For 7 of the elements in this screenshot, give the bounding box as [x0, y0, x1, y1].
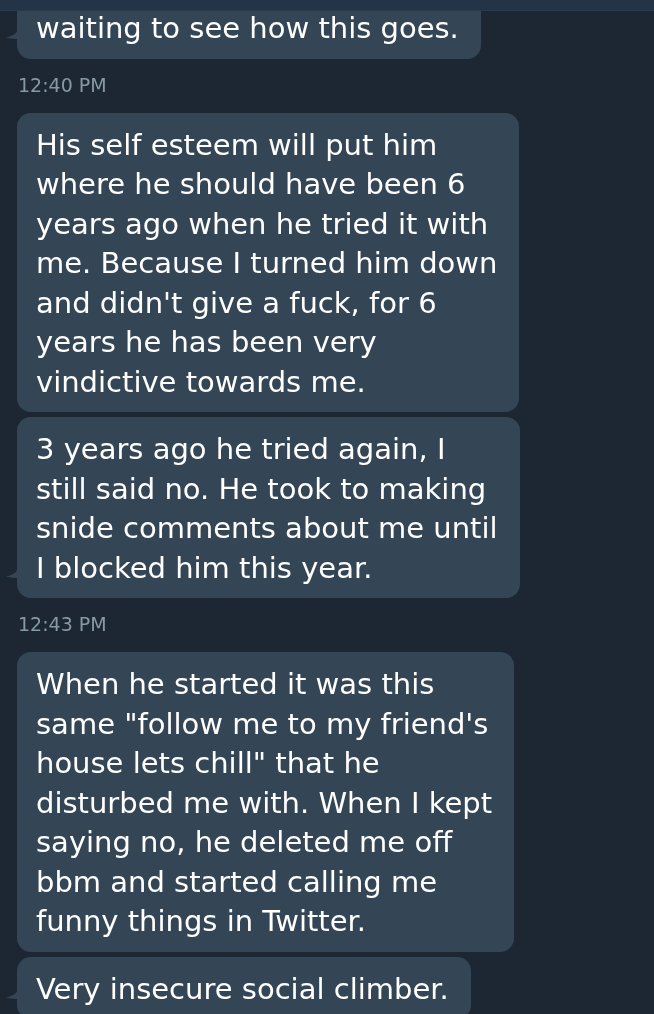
message-bubble: Very insecure social climber.: [17, 956, 471, 1014]
message-timestamp: 12:40 PM: [18, 73, 107, 96]
message-timestamp: 12:43 PM: [18, 613, 107, 635]
message-bubble: waiting to see how this goes.: [17, 11, 481, 59]
message-bubble: His self esteem will put him where he should have been 6 years ago when he tried it with me. Because I turned him down and didn't give a fuck, for 6 years he has been very vindictive towards me.: [17, 112, 520, 412]
message-bubble: When he started it was this same "follow me to my friend's house lets chill" that he disturbed me with. When I kept saying no, he deleted me off bbm and started calling me funny things in Twitter.: [17, 652, 515, 952]
message-bubble: 3 years ago he tried again, I still said no. He took to making snide comments about me until I blocked him this year.: [17, 417, 520, 598]
